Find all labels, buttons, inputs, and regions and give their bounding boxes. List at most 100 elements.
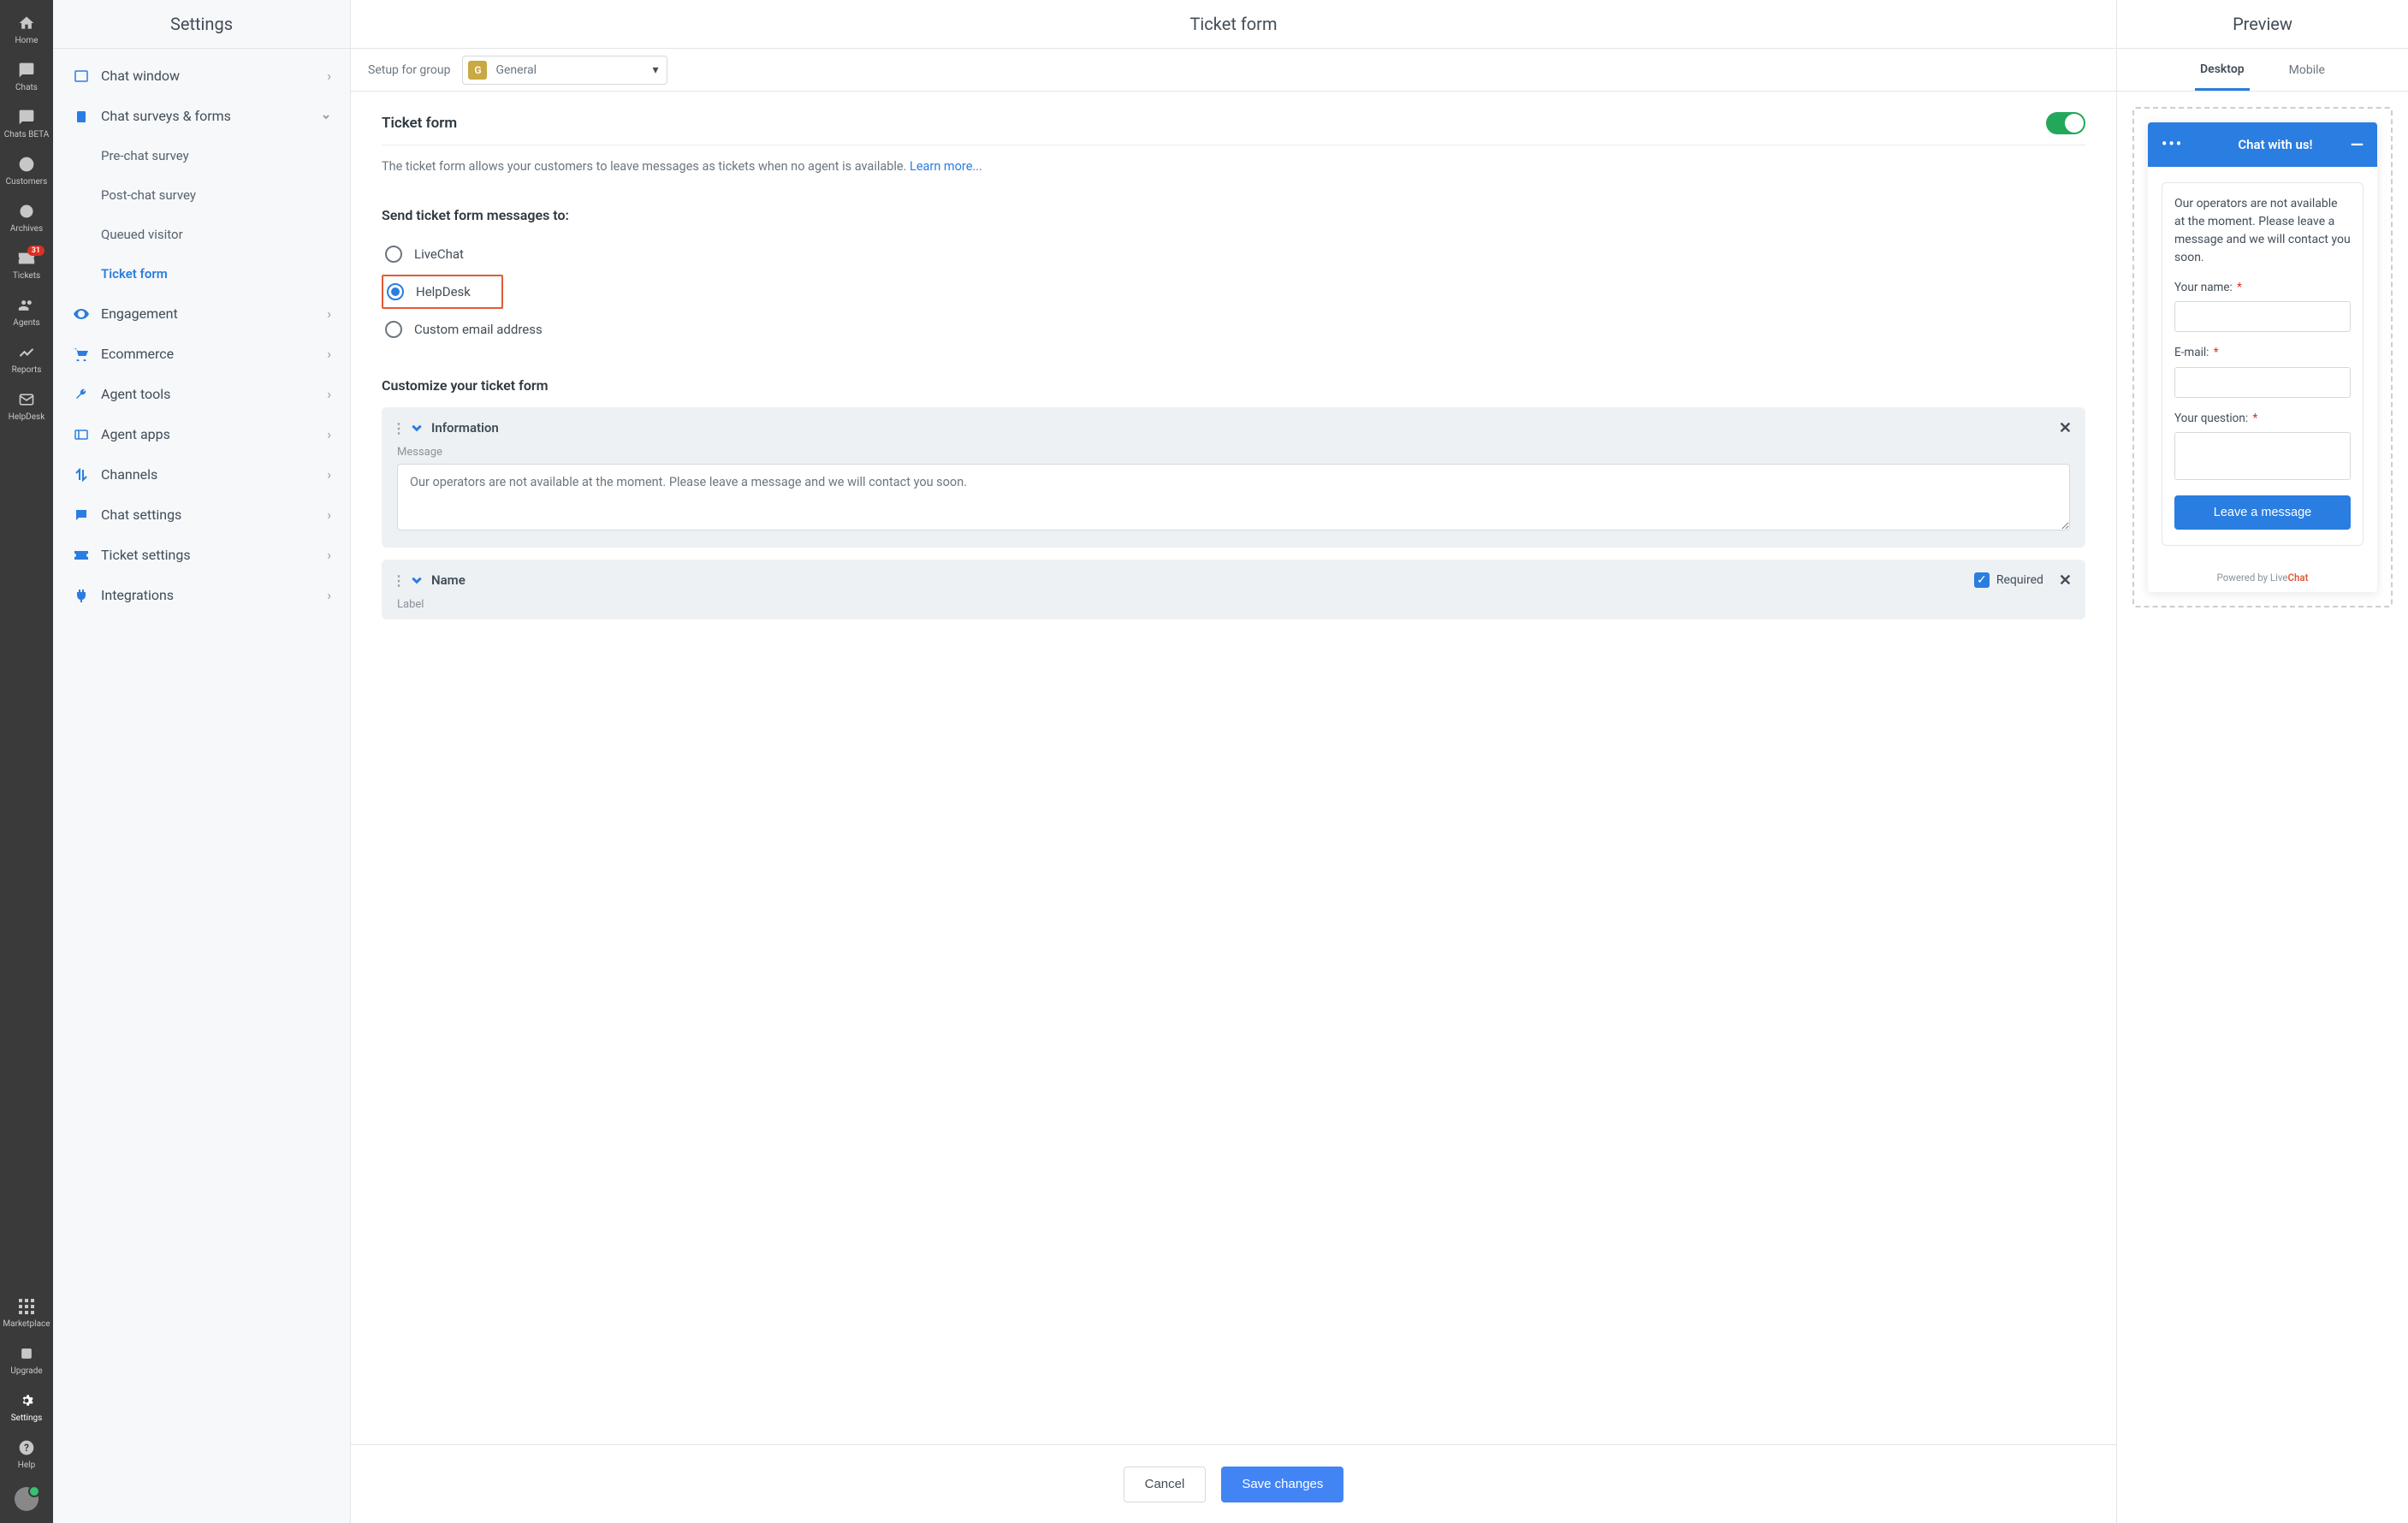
more-icon[interactable]: •••	[2162, 137, 2183, 152]
rail-reports[interactable]: Reports	[0, 336, 53, 383]
tab-mobile[interactable]: Mobile	[2284, 51, 2330, 89]
rail-tickets[interactable]: 31 Tickets	[0, 242, 53, 289]
drag-handle-icon[interactable]: ⋮	[392, 420, 406, 436]
rail-chats[interactable]: Chats	[0, 54, 53, 101]
upgrade-icon	[17, 1344, 36, 1363]
chat-message: Our operators are not available at the m…	[2174, 195, 2351, 267]
save-button[interactable]: Save changes	[1221, 1467, 1343, 1502]
required-checkbox[interactable]: ✓ Required	[1974, 572, 2043, 588]
minimize-icon[interactable]: —	[2351, 134, 2364, 155]
learn-more-link[interactable]: Learn more...	[910, 159, 982, 174]
radio-label: Custom email address	[414, 322, 543, 337]
rail-helpdesk[interactable]: HelpDesk	[0, 383, 53, 430]
preview-title: Preview	[2117, 0, 2408, 49]
sidebar-item-label: Agent tools	[101, 386, 170, 402]
sidebar-item-agent-apps[interactable]: Agent apps ›	[53, 414, 350, 454]
sidebar-item-ecommerce[interactable]: Ecommerce ›	[53, 334, 350, 374]
chevron-down-icon[interactable]	[411, 422, 423, 434]
rail-upgrade[interactable]: Upgrade	[0, 1337, 53, 1384]
sidebar-sub-post-chat[interactable]: Post-chat survey	[53, 175, 350, 215]
chat-widget: ••• Chat with us! — Our operators are no…	[2148, 122, 2377, 592]
email-input[interactable]	[2174, 367, 2351, 398]
chat-beta-icon	[17, 108, 36, 127]
name-input[interactable]	[2174, 301, 2351, 332]
rail-settings[interactable]: Settings	[0, 1384, 53, 1431]
section-desc-text: The ticket form allows your customers to…	[382, 159, 910, 174]
rail-marketplace[interactable]: Marketplace	[0, 1290, 53, 1337]
radio-helpdesk[interactable]: HelpDesk	[387, 283, 471, 300]
rail-label: Help	[18, 1461, 35, 1470]
rail-label: Chats BETA	[4, 130, 50, 139]
sidebar-item-label: Ticket settings	[101, 547, 191, 563]
sidebar-sub-pre-chat[interactable]: Pre-chat survey	[53, 136, 350, 175]
rail-chats-beta[interactable]: Chats BETA	[0, 101, 53, 148]
radio-label: HelpDesk	[416, 284, 471, 299]
sidebar-item-agent-tools[interactable]: Agent tools ›	[53, 374, 350, 414]
radio-livechat[interactable]: LiveChat	[382, 237, 2085, 271]
section-description: The ticket form allows your customers to…	[382, 157, 2085, 176]
chevron-down-icon[interactable]	[411, 574, 423, 586]
ticket-form-toggle[interactable]	[2046, 112, 2085, 134]
radio-custom-email[interactable]: Custom email address	[382, 312, 2085, 347]
window-icon	[70, 69, 92, 83]
sidebar-item-chat-surveys[interactable]: Chat surveys & forms	[53, 96, 350, 136]
marketplace-icon	[17, 1297, 36, 1316]
rail-label: Marketplace	[3, 1319, 50, 1329]
ticket-settings-icon	[70, 550, 92, 560]
main-panel: Ticket form Setup for group G General ▾ …	[351, 0, 2117, 1523]
preview-frame: ••• Chat with us! — Our operators are no…	[2132, 107, 2393, 607]
chevron-right-icon: ›	[327, 547, 331, 563]
sidebar-item-chat-window[interactable]: Chat window ›	[53, 56, 350, 96]
setup-group-label: Setup for group	[368, 63, 450, 77]
chevron-right-icon: ›	[327, 346, 331, 362]
rail-label: Settings	[11, 1413, 43, 1423]
rail-help[interactable]: ? Help	[0, 1431, 53, 1479]
group-select[interactable]: G General ▾	[462, 56, 667, 85]
help-icon: ?	[17, 1438, 36, 1457]
close-icon[interactable]: ✕	[2059, 419, 2072, 437]
agents-icon	[17, 296, 36, 315]
plug-icon	[70, 589, 92, 602]
rail-label: HelpDesk	[9, 412, 45, 422]
leave-message-button[interactable]: Leave a message	[2174, 495, 2351, 530]
send-to-title: Send ticket form messages to:	[382, 207, 2085, 223]
chat-title: Chat with us!	[2200, 137, 2351, 152]
close-icon[interactable]: ✕	[2059, 572, 2072, 590]
chevron-right-icon: ›	[327, 426, 331, 442]
drag-handle-icon[interactable]: ⋮	[392, 572, 406, 589]
question-textarea[interactable]	[2174, 432, 2351, 480]
sidebar-sub-queued[interactable]: Queued visitor	[53, 215, 350, 254]
rail-home[interactable]: Home	[0, 7, 53, 54]
required-label: Required	[1996, 573, 2043, 587]
sidebar-item-label: Ecommerce	[101, 346, 174, 362]
sidebar-item-integrations[interactable]: Integrations ›	[53, 575, 350, 615]
message-textarea[interactable]	[397, 464, 2070, 530]
sidebar-item-engagement[interactable]: Engagement ›	[53, 293, 350, 334]
rail-label: Customers	[6, 177, 48, 187]
chevron-down-icon	[321, 111, 331, 121]
group-badge: G	[468, 61, 487, 80]
radio-icon	[385, 246, 402, 263]
sidebar-item-label: Channels	[101, 466, 157, 483]
cancel-button[interactable]: Cancel	[1124, 1467, 1207, 1502]
sidebar-item-label: Engagement	[101, 305, 178, 322]
avatar[interactable]	[15, 1487, 39, 1511]
sidebar-item-ticket-settings[interactable]: Ticket settings ›	[53, 535, 350, 575]
tab-desktop[interactable]: Desktop	[2195, 50, 2250, 91]
rail-agents[interactable]: Agents	[0, 289, 53, 336]
helpdesk-icon	[17, 390, 36, 409]
apps-icon	[70, 430, 92, 440]
nav-rail: Home Chats Chats BETA Customers Archives…	[0, 0, 53, 1523]
field-label-email: E-mail: *	[2174, 344, 2351, 361]
rail-label: Home	[15, 36, 39, 45]
wrench-icon	[70, 388, 92, 401]
sidebar-sub-ticket-form[interactable]: Ticket form	[53, 254, 350, 293]
rail-customers[interactable]: Customers	[0, 148, 53, 195]
card-field-label: Label	[382, 598, 2085, 616]
cart-icon	[70, 347, 92, 361]
customize-title: Customize your ticket form	[382, 377, 2085, 394]
powered-by: Powered by LiveChat	[2148, 561, 2377, 592]
rail-archives[interactable]: Archives	[0, 195, 53, 242]
sidebar-item-chat-settings[interactable]: Chat settings ›	[53, 495, 350, 535]
sidebar-item-channels[interactable]: Channels ›	[53, 454, 350, 495]
